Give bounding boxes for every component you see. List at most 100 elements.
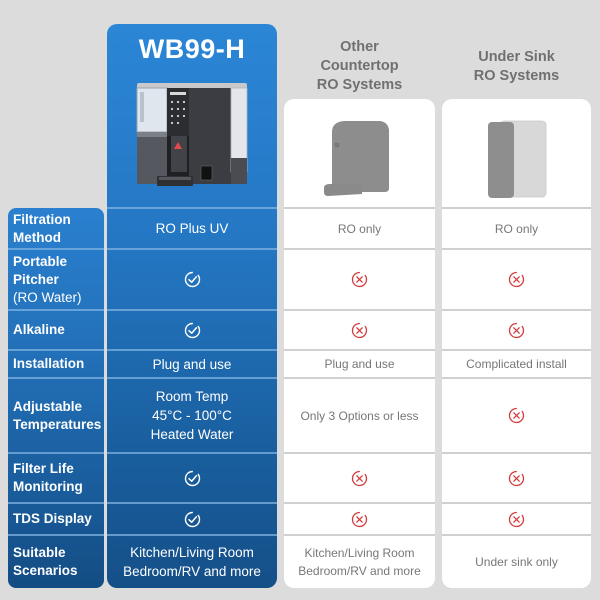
feature-label-text: Filtration Method — [13, 211, 71, 247]
undersink-cell: RO only — [442, 208, 591, 249]
feature-label-text: Suitable Scenarios — [13, 544, 78, 580]
main-cell: Plug and use — [107, 350, 277, 378]
label-line: Temperatures — [13, 416, 102, 432]
main-cell — [107, 310, 277, 350]
cell-line: Kitchen/Living Room — [304, 545, 415, 560]
cell-line: RO Plus UV — [155, 221, 229, 236]
feature-label-text: Alkaline — [13, 321, 65, 339]
feature-label: Installation — [8, 350, 104, 378]
cell-text: RO only — [338, 220, 381, 238]
feature-label-text: TDS Display — [13, 510, 92, 528]
main-cell: RO Plus UV — [107, 208, 277, 249]
cell-text: Room Temp 45°C - 100°C Heated Water — [151, 387, 234, 444]
under-sink-title: Under Sink RO Systems — [442, 48, 591, 86]
title-line: Countertop — [320, 58, 399, 74]
cell-line: Plug and use — [152, 356, 232, 372]
wb99h-title: WB99-H — [138, 34, 246, 64]
cell-line: RO only — [494, 221, 539, 236]
label-line: Portable — [13, 253, 68, 269]
feature-label-text: Adjustable Temperatures — [13, 398, 101, 434]
counter-cell: Kitchen/Living Room Bedroom/RV and more — [284, 535, 435, 588]
counter-cell: Plug and use — [284, 350, 435, 378]
counter-cell: Only 3 Options or less — [284, 378, 435, 453]
x-icon — [508, 407, 525, 424]
cell-text: Kitchen/Living Room Bedroom/RV and more — [298, 544, 421, 580]
feature-label: Suitable Scenarios — [8, 535, 104, 588]
label-line: Monitoring — [13, 479, 83, 494]
undersink-cell: Complicated install — [442, 350, 591, 378]
undersink-cell — [442, 249, 591, 310]
label-line: Adjustable — [13, 398, 83, 414]
label-line: Suitable — [13, 544, 66, 560]
cell-line: RO only — [337, 221, 382, 236]
main-cell — [107, 249, 277, 310]
feature-label-text: Filter Life Monitoring — [13, 460, 83, 496]
x-icon — [351, 322, 368, 339]
counter-cell — [284, 310, 435, 350]
title-line: RO Systems — [316, 77, 403, 93]
under-sink-unit-image — [488, 120, 547, 198]
cell-text: Complicated install — [466, 355, 567, 373]
cell-text: RO only — [495, 220, 538, 238]
feature-label: Portable Pitcher (RO Water) — [8, 249, 104, 310]
title-line: RO Systems — [473, 68, 560, 84]
label-line: Pitcher — [13, 271, 59, 287]
counter-cell: RO only — [284, 208, 435, 249]
other-countertop-title: Other Countertop RO Systems — [284, 38, 435, 95]
cell-line: Under sink only — [475, 554, 558, 569]
cell-text: RO Plus UV — [156, 219, 229, 238]
counter-cell — [284, 249, 435, 310]
x-icon — [351, 470, 368, 487]
label-line: Method — [13, 229, 61, 245]
check-icon — [184, 271, 201, 288]
cell-line: Room Temp — [155, 389, 229, 404]
undersink-cell: Under sink only — [442, 535, 591, 588]
cell-line: Kitchen/Living Room — [130, 544, 254, 560]
counter-cell — [284, 453, 435, 503]
main-cell: Kitchen/Living Room Bedroom/RV and more — [107, 535, 277, 588]
feature-label: Filtration Method — [8, 208, 104, 249]
x-icon — [351, 271, 368, 288]
cell-text: Plug and use — [153, 355, 232, 374]
label-line: Filter Life — [13, 461, 74, 476]
wb99h-product-image — [136, 83, 248, 186]
undersink-cell — [442, 378, 591, 453]
feature-label: Filter Life Monitoring — [8, 453, 104, 503]
feature-label: Adjustable Temperatures — [8, 378, 104, 453]
check-icon — [184, 322, 201, 339]
cell-line: 45°C - 100°C — [152, 408, 232, 423]
counter-cell — [284, 503, 435, 535]
label-line: TDS Display — [13, 511, 92, 526]
undersink-cell — [442, 310, 591, 350]
label-line: Installation — [13, 356, 85, 371]
label-line: Filtration — [13, 211, 71, 227]
cell-line: Bedroom/RV and more — [298, 563, 421, 578]
cell-text: Kitchen/Living Room Bedroom/RV and more — [123, 543, 261, 581]
undersink-cell — [442, 503, 591, 535]
feature-label-text: Portable Pitcher (RO Water) — [13, 253, 82, 307]
x-icon — [508, 322, 525, 339]
cell-text: Plug and use — [324, 355, 394, 373]
feature-label-text: Installation — [13, 355, 84, 373]
cell-line: Complicated install — [466, 357, 567, 371]
check-icon — [184, 470, 201, 487]
feature-label: TDS Display — [8, 503, 104, 535]
cell-line: Bedroom/RV and more — [123, 563, 261, 579]
main-cell: Room Temp 45°C - 100°C Heated Water — [107, 378, 277, 453]
title-line: Under Sink — [478, 49, 555, 65]
label-subtext: (RO Water) — [13, 289, 82, 305]
x-icon — [508, 511, 525, 528]
label-line: Scenarios — [13, 562, 78, 578]
x-icon — [508, 271, 525, 288]
main-cell — [107, 503, 277, 535]
x-icon — [508, 470, 525, 487]
cell-line: Heated Water — [150, 427, 234, 442]
main-cell — [107, 453, 277, 503]
title-line: Other — [340, 39, 379, 55]
feature-label: Alkaline — [8, 310, 104, 350]
cell-line: Plug and use — [324, 357, 395, 371]
check-icon — [184, 511, 201, 528]
cell-text: Under sink only — [475, 553, 558, 571]
cell-text: Only 3 Options or less — [300, 407, 418, 425]
cell-line: Only 3 Options or less — [300, 408, 419, 423]
